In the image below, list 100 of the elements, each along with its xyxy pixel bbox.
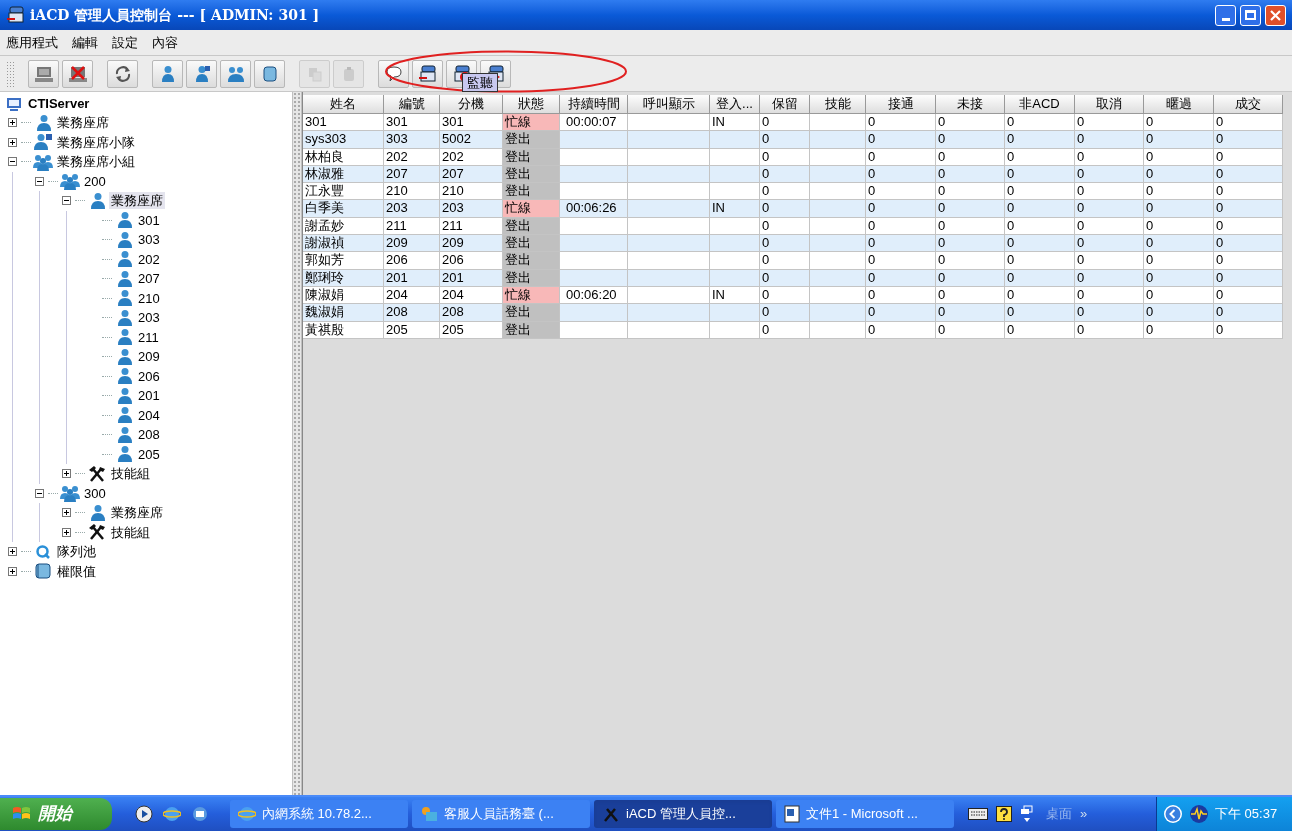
- expand-icon[interactable]: [62, 469, 71, 479]
- status-cell: 登出: [503, 235, 560, 253]
- tree-item[interactable]: 業務座席小隊: [55, 133, 137, 151]
- column-header[interactable]: 取消: [1075, 95, 1144, 114]
- table-cell: sys303: [303, 131, 384, 149]
- status-cell: 忙線: [503, 114, 560, 132]
- expand-icon[interactable]: [8, 566, 17, 576]
- table-cell: 301: [384, 114, 440, 132]
- table-cell: 0: [1005, 304, 1075, 322]
- tree-item[interactable]: 210: [136, 289, 162, 307]
- tree-item[interactable]: 300: [82, 484, 108, 502]
- table-cell: 0: [1144, 114, 1214, 132]
- tree-item[interactable]: 204: [136, 406, 162, 424]
- close-button[interactable]: [1265, 4, 1286, 26]
- expand-icon[interactable]: [8, 547, 17, 557]
- table-cell: 0: [760, 183, 810, 201]
- tree-item[interactable]: 業務座席: [55, 114, 111, 132]
- table-cell: 0: [1075, 200, 1144, 218]
- menu-item[interactable]: 應用程式: [6, 32, 58, 53]
- taskbar-button[interactable]: 內網系統 10.78.2...: [230, 800, 408, 828]
- tree-item[interactable]: 權限值: [55, 562, 98, 580]
- taskbar-button[interactable]: 文件1 - Microsoft ...: [776, 800, 954, 828]
- table-cell: 0: [866, 183, 936, 201]
- tooltip: 監聽: [462, 73, 498, 92]
- table-cell: [560, 131, 628, 149]
- tree-item[interactable]: 301: [136, 211, 162, 229]
- column-header[interactable]: 持續時間: [560, 95, 628, 114]
- table-cell: 0: [1075, 183, 1144, 201]
- person-icon: [115, 250, 133, 269]
- keyboard-icon[interactable]: [968, 808, 988, 820]
- menu-item[interactable]: 編輯: [72, 32, 98, 53]
- minimize-button[interactable]: [1215, 4, 1236, 26]
- column-header[interactable]: 技能: [810, 95, 866, 114]
- tree-item[interactable]: 208: [136, 426, 162, 444]
- menu-item[interactable]: 內容: [152, 32, 178, 53]
- tree-item[interactable]: 203: [136, 309, 162, 327]
- table-cell: 210: [440, 183, 503, 201]
- collapse-icon[interactable]: [62, 196, 71, 206]
- quick-launch-button[interactable]: [190, 804, 210, 824]
- tree-item[interactable]: 隊列池: [55, 543, 98, 561]
- toolbar-button[interactable]: [186, 59, 217, 88]
- table-cell: 0: [1144, 235, 1214, 253]
- column-header[interactable]: 呼叫顯示: [628, 95, 710, 114]
- toolbar-button[interactable]: [412, 59, 443, 88]
- chevron-button[interactable]: »: [1080, 804, 1088, 824]
- column-header[interactable]: 狀態: [503, 95, 560, 114]
- column-header[interactable]: 成交: [1214, 95, 1283, 114]
- tree-item[interactable]: 207: [136, 270, 162, 288]
- column-header[interactable]: 分機: [440, 95, 503, 114]
- windows-icon[interactable]: [1020, 805, 1034, 823]
- person-badge-icon: [33, 133, 53, 152]
- tree-item[interactable]: 業務座席: [109, 504, 165, 522]
- column-header[interactable]: 登入...: [710, 95, 760, 114]
- table-cell: 0: [936, 200, 1005, 218]
- table-cell: 0: [1075, 131, 1144, 149]
- tree-item[interactable]: 211: [136, 328, 161, 346]
- column-header[interactable]: 接通: [866, 95, 936, 114]
- tree-item[interactable]: 209: [136, 348, 162, 366]
- table-cell: 0: [1214, 114, 1283, 132]
- collapse-icon[interactable]: [35, 176, 44, 186]
- expand-icon[interactable]: [8, 118, 17, 128]
- tree-item[interactable]: 技能組: [109, 465, 152, 483]
- column-header[interactable]: 暱過: [1144, 95, 1214, 114]
- person-icon: [115, 367, 133, 386]
- collapse-icon[interactable]: [8, 157, 17, 167]
- quick-launch-button[interactable]: [134, 804, 154, 824]
- menu-item[interactable]: 設定: [112, 32, 138, 53]
- expand-icon[interactable]: [62, 508, 71, 518]
- tree-item[interactable]: 202: [136, 250, 162, 268]
- tree-item[interactable]: 技能組: [109, 523, 152, 541]
- tree-item[interactable]: 303: [136, 231, 162, 249]
- column-header[interactable]: 保留: [760, 95, 810, 114]
- maximize-button[interactable]: [1240, 4, 1261, 26]
- collapse-arrow-icon[interactable]: [1163, 804, 1183, 824]
- tree-item[interactable]: 206: [136, 367, 162, 385]
- tree-item[interactable]: 業務座席小組: [55, 153, 137, 171]
- taskbar-button[interactable]: iACD 管理人員控...: [594, 800, 772, 828]
- taskbar-button[interactable]: 客服人員話務臺 (...: [412, 800, 590, 828]
- table-cell: 0: [760, 131, 810, 149]
- person-icon: [115, 230, 133, 249]
- tree-item[interactable]: 業務座席: [109, 192, 165, 210]
- wave-icon[interactable]: [1189, 804, 1209, 824]
- expand-icon[interactable]: [8, 137, 17, 147]
- refresh-icon: [113, 64, 132, 83]
- column-header[interactable]: 編號: [384, 95, 440, 114]
- tree-item[interactable]: CTIServer: [28, 93, 90, 114]
- tree-item[interactable]: 200: [82, 172, 108, 190]
- table-cell: 0: [1005, 235, 1075, 253]
- table-cell: 0: [760, 114, 810, 132]
- column-header[interactable]: 未接: [936, 95, 1005, 114]
- collapse-icon[interactable]: [35, 488, 44, 498]
- toolbar-button[interactable]: [107, 59, 138, 88]
- tree-item[interactable]: 201: [136, 387, 162, 405]
- status-cell: 登出: [503, 131, 560, 149]
- close-icon: [1270, 9, 1281, 21]
- column-header[interactable]: 姓名: [303, 95, 384, 114]
- help-icon[interactable]: [996, 806, 1012, 822]
- expand-icon[interactable]: [62, 527, 71, 537]
- tree-item[interactable]: 205: [136, 445, 162, 463]
- column-header[interactable]: 非ACD: [1005, 95, 1075, 114]
